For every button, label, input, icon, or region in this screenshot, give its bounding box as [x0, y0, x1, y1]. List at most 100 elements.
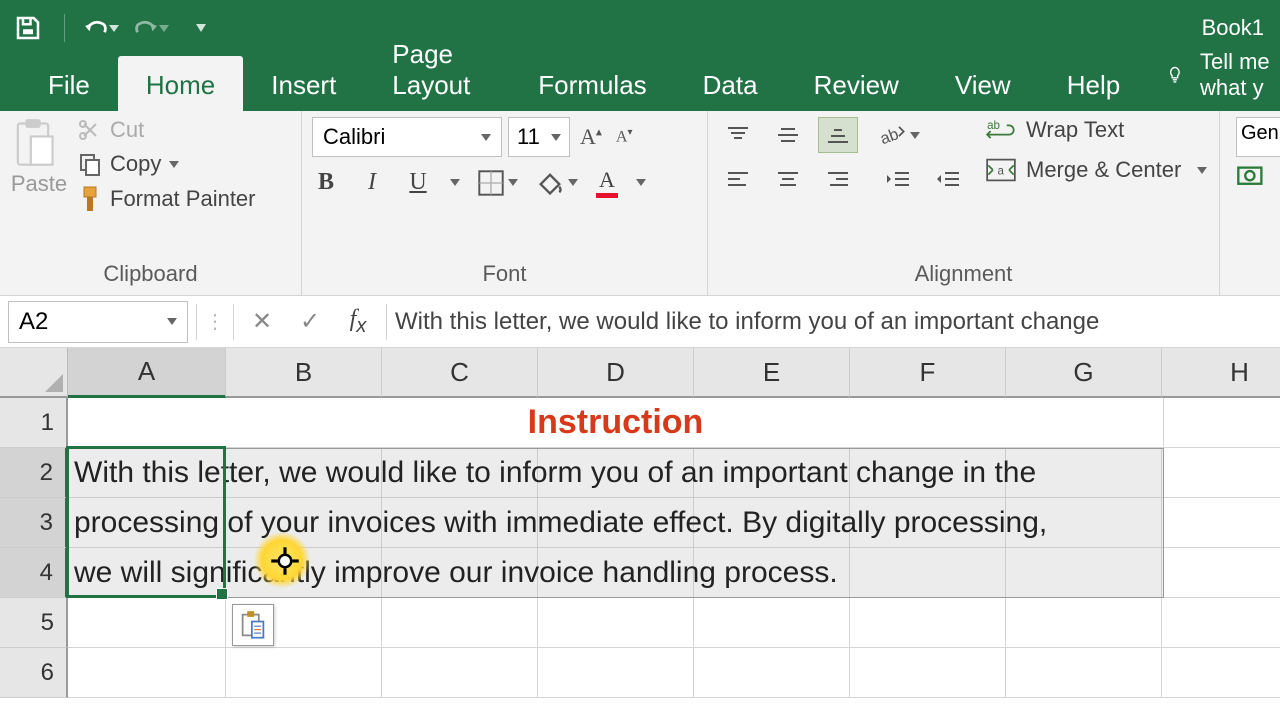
alignment-group-label: Alignment [718, 257, 1209, 293]
format-painter-button[interactable]: Format Painter [78, 185, 256, 213]
clipboard-group-label: Clipboard [10, 257, 291, 293]
col-header-c[interactable]: C [382, 348, 538, 398]
cut-button[interactable]: Cut [78, 117, 256, 143]
cell-text-row2: With this letter, we would like to infor… [74, 456, 1036, 490]
merge-icon: a [986, 158, 1016, 182]
col-header-b[interactable]: B [226, 348, 382, 398]
spreadsheet-grid: 1 2 3 4 5 6 A B C D E F G H Instruction [0, 348, 1280, 698]
tab-review[interactable]: Review [786, 56, 927, 111]
italic-button[interactable]: I [358, 169, 386, 196]
row-header-2[interactable]: 2 [0, 448, 68, 498]
border-icon [478, 170, 504, 196]
tab-formulas[interactable]: Formulas [510, 56, 674, 111]
align-center-button[interactable] [768, 161, 808, 197]
increase-font-icon[interactable]: A▴ [576, 120, 606, 154]
row-header-1[interactable]: 1 [0, 398, 68, 448]
bold-button[interactable]: B [312, 169, 340, 196]
tab-view[interactable]: View [927, 56, 1039, 111]
fill-color-button[interactable] [536, 170, 578, 196]
orientation-icon: ab [878, 122, 906, 148]
undo-icon[interactable] [83, 10, 119, 46]
quick-access-toolbar [10, 10, 219, 46]
merge-center-label: Merge & Center [1026, 157, 1181, 183]
font-group-label: Font [312, 257, 697, 293]
cut-label: Cut [110, 117, 144, 143]
redo-icon[interactable] [133, 10, 169, 46]
paste-options-button[interactable] [232, 604, 274, 646]
save-icon[interactable] [10, 10, 46, 46]
tab-insert[interactable]: Insert [243, 56, 364, 111]
name-box[interactable]: A2 [8, 301, 188, 343]
align-top-button[interactable] [718, 117, 758, 153]
name-box-value: A2 [19, 308, 48, 336]
format-painter-label: Format Painter [110, 186, 256, 212]
wrap-text-label: Wrap Text [1026, 117, 1124, 143]
font-color-button[interactable]: A [596, 167, 618, 198]
cancel-icon[interactable]: ✕ [242, 307, 282, 336]
cells-area[interactable]: Instruction With this letter, we would l… [68, 398, 1280, 698]
tab-file[interactable]: File [20, 56, 118, 111]
font-name-select[interactable]: Calibri [312, 117, 502, 157]
svg-text:a: a [998, 166, 1005, 178]
group-number: Gen [1220, 111, 1278, 295]
qat-customize-icon[interactable] [183, 10, 219, 46]
font-size-select[interactable]: 11 [508, 117, 570, 157]
merge-center-button[interactable]: a Merge & Center [986, 157, 1207, 183]
cell-text-row3: processing of your invoices with immedia… [74, 506, 1047, 540]
col-header-h[interactable]: H [1162, 348, 1280, 398]
col-header-g[interactable]: G [1006, 348, 1162, 398]
cell-cursor-icon [270, 546, 300, 576]
decrease-font-icon[interactable]: A▾ [612, 123, 637, 150]
col-header-e[interactable]: E [694, 348, 850, 398]
tell-me-search[interactable]: Tell me what y [1168, 49, 1280, 111]
orientation-button[interactable]: ab [878, 122, 920, 148]
tab-data[interactable]: Data [675, 56, 786, 111]
enter-icon[interactable]: ✓ [290, 307, 330, 336]
svg-text:ab: ab [878, 125, 901, 148]
scissors-icon [78, 118, 102, 142]
align-middle-button[interactable] [768, 117, 808, 153]
tab-home[interactable]: Home [118, 56, 243, 111]
ribbon-tabs: File Home Insert Page Layout Formulas Da… [0, 56, 1280, 111]
fx-icon[interactable]: fx [338, 306, 378, 338]
borders-button[interactable] [478, 170, 518, 196]
accounting-format-icon[interactable] [1236, 165, 1266, 191]
row-header-5[interactable]: 5 [0, 598, 68, 648]
wrap-text-button[interactable]: ab Wrap Text [986, 117, 1207, 143]
title-bar: Book1 [0, 0, 1280, 56]
number-format-select[interactable]: Gen [1236, 117, 1280, 157]
row-header-4[interactable]: 4 [0, 548, 68, 598]
align-bottom-button[interactable] [818, 117, 858, 153]
paste-label: Paste [10, 171, 68, 197]
decrease-indent-button[interactable] [878, 161, 918, 197]
row-header-3[interactable]: 3 [0, 498, 68, 548]
row-header-6[interactable]: 6 [0, 648, 68, 698]
tell-me-label: Tell me what y [1200, 49, 1280, 101]
paste-button[interactable]: Paste [10, 117, 68, 197]
col-header-d[interactable]: D [538, 348, 694, 398]
workbook-name: Book1 [1202, 15, 1264, 41]
tab-page-layout[interactable]: Page Layout [364, 25, 510, 111]
select-all-corner[interactable] [0, 348, 68, 398]
cell-text-row4: we will significantly improve our invoic… [74, 556, 838, 590]
formula-text[interactable]: With this letter, we would like to infor… [395, 308, 1099, 336]
align-left-button[interactable] [718, 161, 758, 197]
increase-indent-button[interactable] [928, 161, 968, 197]
paintbrush-icon [78, 185, 102, 213]
formula-bar: A2 ⋮ ✕ ✓ fx With this letter, we would l… [0, 296, 1280, 348]
bulb-icon [1168, 60, 1182, 90]
col-header-f[interactable]: F [850, 348, 1006, 398]
copy-button[interactable]: Copy [78, 151, 256, 177]
group-alignment: ab ab Wrap Text [708, 111, 1220, 295]
wrap-text-icon: ab [986, 117, 1016, 143]
svg-text:ab: ab [987, 120, 1000, 132]
underline-button[interactable]: U [404, 169, 432, 196]
col-header-a[interactable]: A [68, 348, 226, 398]
copy-icon [78, 152, 102, 176]
align-right-button[interactable] [818, 161, 858, 197]
group-clipboard: Paste Cut Copy Format Painter Clipboard [0, 111, 302, 295]
bucket-icon [536, 170, 564, 196]
font-size-value: 11 [517, 124, 540, 150]
copy-label: Copy [110, 151, 161, 177]
tab-help[interactable]: Help [1039, 56, 1148, 111]
